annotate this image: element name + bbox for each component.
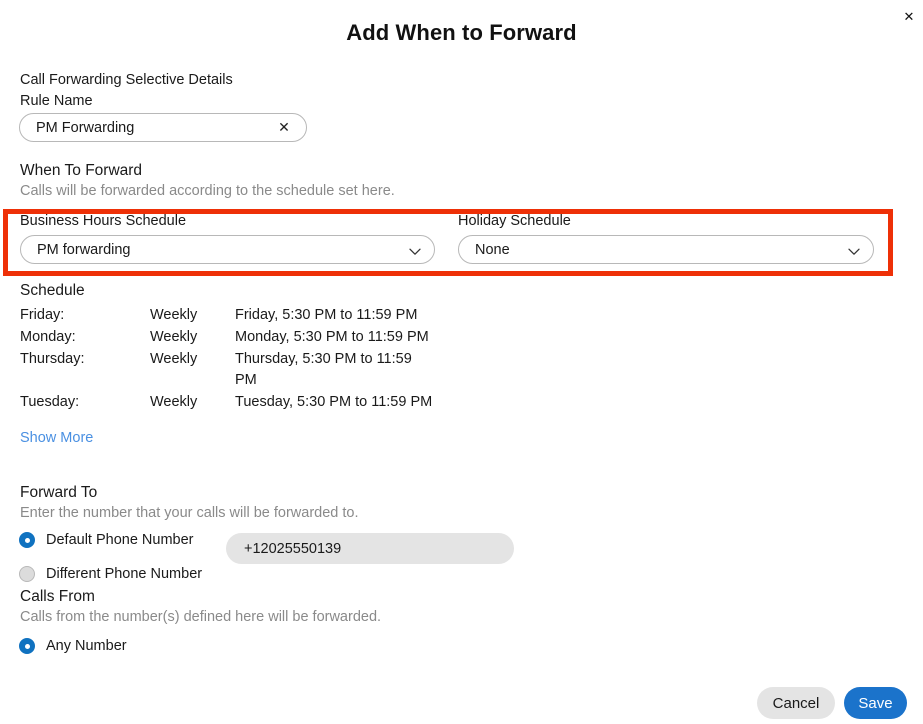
chevron-down-icon: [848, 246, 860, 257]
holiday-schedule-label: Holiday Schedule: [458, 213, 571, 229]
rule-name-label: Rule Name: [20, 93, 93, 109]
schedule-heading: Schedule: [20, 282, 85, 299]
table-row: Monday: Weekly Monday, 5:30 PM to 11:59 …: [20, 327, 437, 349]
business-hours-schedule-label: Business Hours Schedule: [20, 213, 187, 229]
holiday-schedule-group: Holiday Schedule None: [458, 213, 874, 264]
calls-from-heading: Calls From: [20, 588, 95, 605]
schedule-frequency: Weekly: [150, 307, 198, 323]
business-hours-schedule-select[interactable]: PM forwarding: [20, 235, 435, 264]
call-forwarding-details-label: Call Forwarding Selective Details: [20, 72, 233, 88]
forward-to-description: Enter the number that your calls will be…: [20, 505, 359, 521]
table-row: Thursday: Weekly Thursday, 5:30 PM to 11…: [20, 349, 437, 392]
schedule-detail: Tuesday, 5:30 PM to 11:59 PM: [235, 394, 433, 410]
default-phone-number-value: +12025550139: [244, 540, 342, 557]
table-row: Tuesday: Weekly Tuesday, 5:30 PM to 11:5…: [20, 392, 437, 414]
save-button[interactable]: Save: [844, 687, 907, 719]
schedule-frequency: Weekly: [150, 394, 198, 410]
rule-name-field[interactable]: ✕: [19, 113, 307, 142]
radio-selected-icon: [19, 638, 35, 654]
forward-to-heading: Forward To: [20, 484, 98, 501]
schedule-day: Thursday:: [20, 351, 85, 367]
radio-different-phone-number-label: Different Phone Number: [46, 566, 203, 582]
radio-selected-icon: [19, 532, 35, 548]
cancel-button[interactable]: Cancel: [757, 687, 835, 719]
show-more-link[interactable]: Show More: [11, 430, 102, 446]
radio-default-phone-number[interactable]: Default Phone Number: [19, 532, 194, 548]
schedule-day: Friday:: [20, 307, 65, 323]
schedule-day: Tuesday:: [20, 394, 80, 410]
when-to-forward-heading: When To Forward: [20, 162, 143, 179]
calls-from-description: Calls from the number(s) defined here wi…: [20, 609, 382, 625]
chevron-down-icon: [409, 246, 421, 257]
when-to-forward-description: Calls will be forwarded according to the…: [20, 183, 395, 199]
radio-unselected-icon: [19, 566, 35, 582]
dialog-title: Add When to Forward: [346, 20, 577, 45]
clear-rule-name-icon[interactable]: ✕: [276, 119, 292, 136]
schedule-detail: Thursday, 5:30 PM to 11:59 PM: [235, 351, 412, 388]
schedule-frequency: Weekly: [150, 329, 198, 345]
schedule-day: Monday:: [20, 329, 76, 345]
schedule-table: Friday: Weekly Friday, 5:30 PM to 11:59 …: [20, 305, 437, 414]
schedule-detail: Monday, 5:30 PM to 11:59 PM: [235, 329, 429, 345]
radio-different-phone-number[interactable]: Different Phone Number: [19, 566, 202, 582]
business-hours-schedule-value: PM forwarding: [37, 241, 131, 258]
rule-name-input[interactable]: [36, 119, 276, 136]
default-phone-number-field: +12025550139: [226, 533, 514, 564]
radio-default-phone-number-label: Default Phone Number: [46, 532, 194, 548]
radio-any-number[interactable]: Any Number: [19, 638, 127, 654]
schedule-frequency: Weekly: [150, 351, 198, 367]
radio-any-number-label: Any Number: [46, 638, 127, 654]
holiday-schedule-value: None: [475, 241, 510, 258]
holiday-schedule-select[interactable]: None: [458, 235, 874, 264]
schedule-detail: Friday, 5:30 PM to 11:59 PM: [235, 307, 418, 323]
business-hours-schedule-group: Business Hours Schedule PM forwarding: [20, 213, 435, 264]
table-row: Friday: Weekly Friday, 5:30 PM to 11:59 …: [20, 305, 437, 327]
